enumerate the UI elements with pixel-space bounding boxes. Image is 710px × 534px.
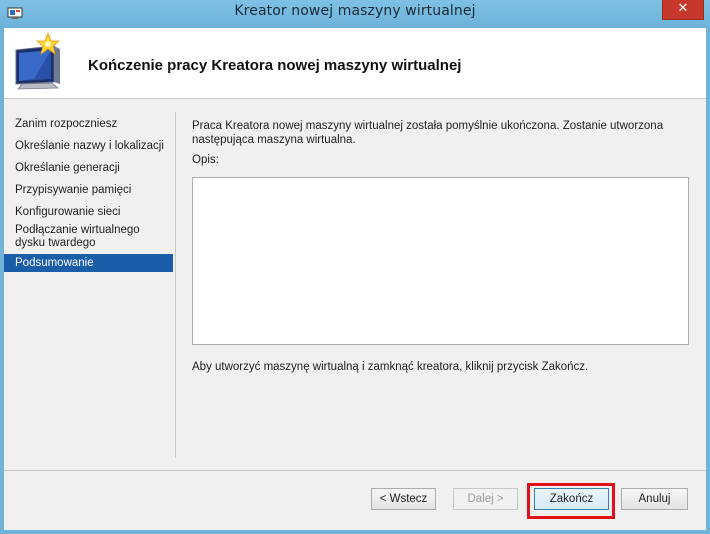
nav-divider: [175, 112, 176, 458]
nav-step-memory[interactable]: Przypisywanie pamięci: [4, 184, 173, 198]
close-button[interactable]: ✕: [662, 0, 704, 20]
nav-step-virtual-disk[interactable]: Podłączanie wirtualnego dysku twardego: [4, 224, 144, 252]
title-bar[interactable]: Kreator nowej maszyny wirtualnej ✕: [0, 0, 710, 28]
wizard-window: Kreator nowej maszyny wirtualnej ✕ Kończ…: [0, 0, 710, 534]
wizard-header: Kończenie pracy Kreatora nowej maszyny w…: [4, 28, 706, 99]
nav-step-before-you-begin[interactable]: Zanim rozpoczniesz: [4, 118, 173, 132]
next-button[interactable]: Dalej >: [453, 488, 518, 510]
cancel-button[interactable]: Anuluj: [621, 488, 688, 510]
nav-step-generation[interactable]: Określanie generacji: [4, 162, 173, 176]
computer-wizard-icon: [15, 32, 61, 90]
nav-step-networking[interactable]: Konfigurowanie sieci: [4, 206, 173, 220]
wizard-body: Kończenie pracy Kreatora nowej maszyny w…: [4, 28, 706, 530]
window-title: Kreator nowej maszyny wirtualnej: [234, 3, 476, 19]
description-label: Opis:: [192, 154, 219, 166]
wizard-steps-nav: Zanim rozpoczniesz Określanie nazwy i lo…: [4, 110, 173, 460]
nav-step-name-location[interactable]: Określanie nazwy i lokalizacji: [4, 140, 173, 154]
finish-button-highlight: [527, 483, 615, 519]
page-title: Kończenie pracy Kreatora nowej maszyny w…: [88, 57, 462, 74]
back-button[interactable]: < Wstecz: [371, 488, 436, 510]
footer-divider: [4, 470, 706, 471]
description-box[interactable]: [192, 177, 689, 345]
finish-instructions: Aby utworzyć maszynę wirtualną i zamknąć…: [192, 361, 589, 373]
nav-step-summary[interactable]: Podsumowanie: [4, 254, 173, 272]
intro-text: Praca Kreatora nowej maszyny wirtualnej …: [192, 120, 664, 146]
